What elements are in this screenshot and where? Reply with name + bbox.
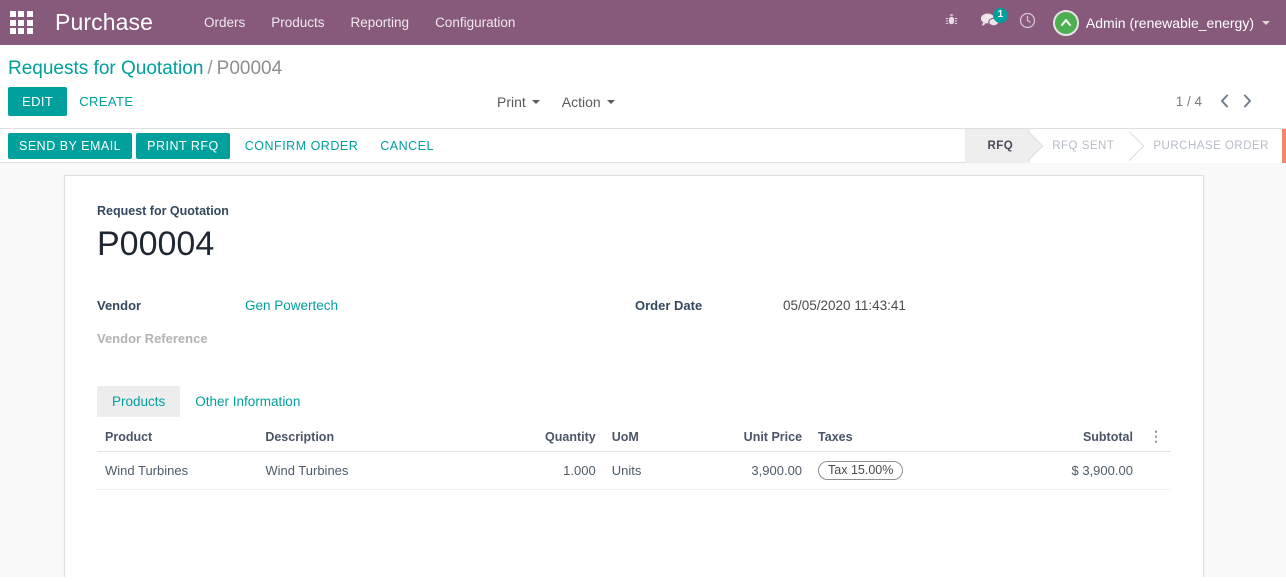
breadcrumb-separator: / [207, 58, 212, 79]
notebook-tabs: Products Other Information [97, 386, 1171, 417]
order-lines-table: Product Description Quantity UoM Unit Pr… [97, 423, 1171, 490]
breadcrumb: Requests for Quotation/P00004 [0, 45, 1286, 87]
notebook: Products Other Information Product Descr… [97, 386, 1171, 577]
cell-uom[interactable]: Units [604, 452, 697, 490]
chevron-down-icon [607, 100, 615, 104]
form-fields-left: Vendor Gen Powertech Vendor Reference [97, 298, 633, 364]
bug-icon [944, 13, 959, 33]
field-vendor-reference: Vendor Reference [97, 331, 633, 350]
stage-rfq-sent[interactable]: RFQ SENT [1030, 129, 1131, 163]
chevron-down-icon [1262, 21, 1270, 25]
user-name-label: Admin (renewable_energy) [1086, 15, 1254, 31]
control-panel: Requests for Quotation/P00004 EDIT CREAT… [0, 45, 1286, 129]
control-panel-dropdowns: Print Action [497, 94, 615, 110]
avatar [1053, 10, 1079, 36]
field-order-date-value[interactable]: 05/05/2020 11:43:41 [783, 298, 906, 313]
cell-description[interactable]: Wind Turbines [257, 452, 504, 490]
tax-badge: Tax 15.00% [818, 461, 903, 480]
main-menu: Orders Products Reporting Configuration [191, 9, 528, 36]
form-fields-right: Order Date 05/05/2020 11:43:41 [635, 298, 1171, 364]
breadcrumb-root-link[interactable]: Requests for Quotation [8, 58, 203, 79]
scrollbar-accent-top [1282, 129, 1286, 163]
stage-rfq[interactable]: RFQ [965, 129, 1030, 163]
stage-purchase-order[interactable]: PURCHASE ORDER [1131, 129, 1286, 163]
tab-products[interactable]: Products [97, 386, 180, 417]
activities-button[interactable] [1009, 0, 1047, 45]
page-title: P00004 [97, 224, 1171, 264]
apps-menu-button[interactable] [4, 0, 38, 45]
confirm-order-button[interactable]: CONFIRM ORDER [234, 133, 369, 159]
form-subtitle: Request for Quotation [97, 204, 1171, 218]
vertical-dots-icon: ⋮ [1149, 428, 1163, 444]
navbar-right-tools: 1 Admin (renewable_energy) [933, 0, 1274, 45]
print-dropdown-label: Print [497, 94, 526, 110]
optional-columns-button[interactable]: ⋮ [1141, 423, 1171, 452]
menu-item-products[interactable]: Products [258, 9, 337, 36]
menu-item-reporting[interactable]: Reporting [338, 9, 423, 36]
send-by-email-button[interactable]: SEND BY EMAIL [8, 133, 132, 159]
statusbar-buttons: SEND BY EMAIL PRINT RFQ CONFIRM ORDER CA… [8, 129, 445, 162]
column-header-quantity[interactable]: Quantity [504, 423, 604, 452]
create-button[interactable]: CREATE [67, 87, 145, 116]
column-header-unit-price[interactable]: Unit Price [696, 423, 810, 452]
column-header-product[interactable]: Product [97, 423, 257, 452]
chevron-down-icon [532, 100, 540, 104]
column-header-taxes[interactable]: Taxes [810, 423, 1009, 452]
top-navbar: Purchase Orders Products Reporting Confi… [0, 0, 1286, 45]
menu-item-configuration[interactable]: Configuration [422, 9, 528, 36]
order-lines-body: Wind Turbines Wind Turbines 1.000 Units … [97, 452, 1171, 490]
pager-value: 1 / 4 [1176, 94, 1202, 109]
pager-next-button[interactable] [1237, 92, 1258, 112]
column-header-subtotal[interactable]: Subtotal [1010, 423, 1141, 452]
pager-previous-button[interactable] [1214, 92, 1235, 112]
field-vendor: Vendor Gen Powertech [97, 298, 633, 317]
tab-other-information[interactable]: Other Information [180, 386, 315, 417]
field-vendor-label: Vendor [97, 298, 245, 313]
form-fields: Vendor Gen Powertech Vendor Reference Or… [97, 298, 1171, 364]
debug-menu-button[interactable] [933, 0, 971, 45]
order-lines-header: Product Description Quantity UoM Unit Pr… [97, 423, 1171, 452]
status-pipeline: RFQ RFQ SENT PURCHASE ORDER [965, 129, 1286, 163]
print-rfq-button[interactable]: PRINT RFQ [136, 133, 230, 159]
table-empty-space [97, 490, 1171, 577]
edit-button[interactable]: EDIT [8, 87, 67, 116]
column-header-description[interactable]: Description [257, 423, 504, 452]
breadcrumb-current: P00004 [217, 58, 283, 79]
form-view-container: Request for Quotation P00004 Vendor Gen … [0, 163, 1286, 577]
field-order-date: Order Date 05/05/2020 11:43:41 [635, 298, 1171, 317]
cell-taxes[interactable]: Tax 15.00% [810, 452, 1009, 490]
messages-count-badge: 1 [993, 8, 1008, 23]
apps-grid-icon [10, 11, 33, 34]
cancel-button[interactable]: CANCEL [369, 133, 445, 159]
clock-icon [1019, 12, 1036, 34]
cell-product[interactable]: Wind Turbines [97, 452, 257, 490]
action-dropdown[interactable]: Action [562, 94, 615, 110]
table-header-row: Product Description Quantity UoM Unit Pr… [97, 423, 1171, 452]
table-row[interactable]: Wind Turbines Wind Turbines 1.000 Units … [97, 452, 1171, 490]
cell-quantity[interactable]: 1.000 [504, 452, 604, 490]
user-menu-button[interactable]: Admin (renewable_energy) [1053, 10, 1274, 36]
action-dropdown-label: Action [562, 94, 601, 110]
statusbar: SEND BY EMAIL PRINT RFQ CONFIRM ORDER CA… [0, 129, 1286, 163]
menu-item-orders[interactable]: Orders [191, 9, 258, 36]
form-sheet: Request for Quotation P00004 Vendor Gen … [64, 175, 1204, 577]
pager: 1 / 4 [1176, 92, 1278, 112]
print-dropdown[interactable]: Print [497, 94, 540, 110]
messages-button[interactable]: 1 [971, 0, 1009, 45]
cell-subtotal: $ 3,900.00 [1010, 452, 1141, 490]
cell-row-actions [1141, 452, 1171, 490]
field-vendor-value[interactable]: Gen Powertech [245, 298, 338, 313]
app-brand-title[interactable]: Purchase [55, 9, 153, 36]
column-header-uom[interactable]: UoM [604, 423, 697, 452]
field-vendor-reference-label: Vendor Reference [97, 331, 245, 346]
cell-unit-price[interactable]: 3,900.00 [696, 452, 810, 490]
field-order-date-label: Order Date [635, 298, 783, 313]
control-panel-buttons: EDIT CREATE Print Action 1 / 4 [0, 87, 1286, 128]
